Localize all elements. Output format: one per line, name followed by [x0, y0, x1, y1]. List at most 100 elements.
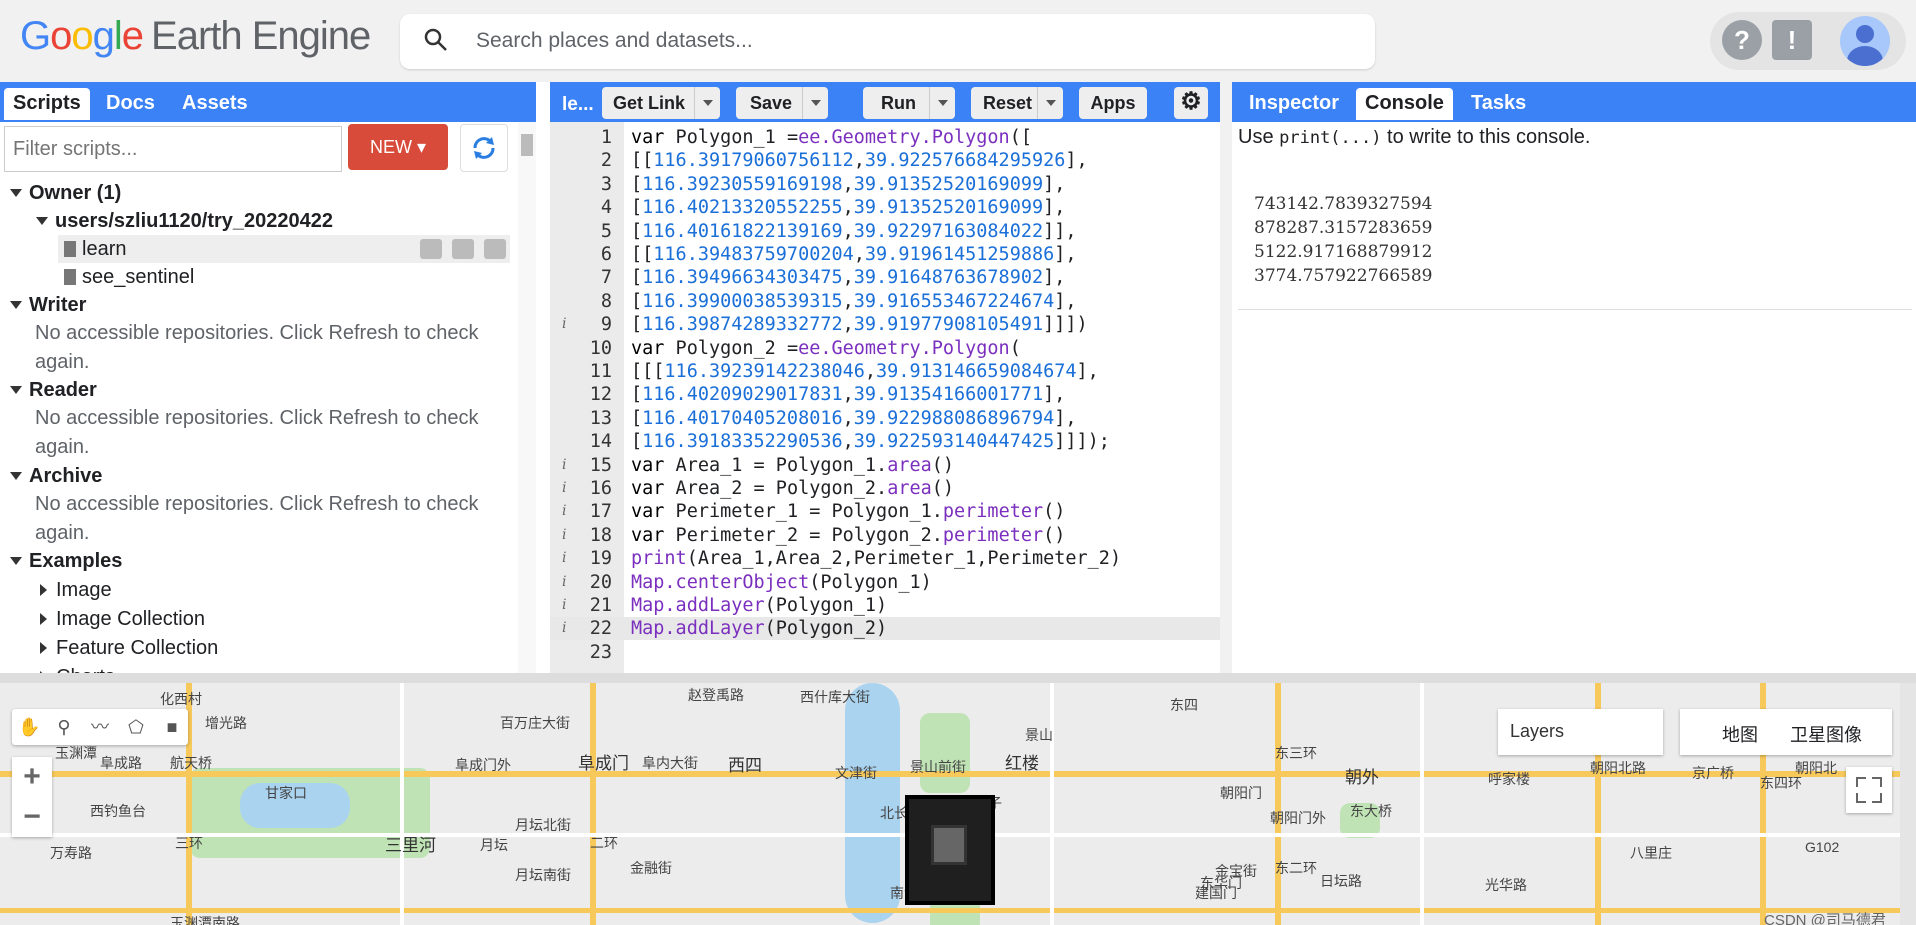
tab-tasks[interactable]: Tasks — [1462, 88, 1535, 120]
save-button[interactable]: Save — [736, 87, 828, 119]
inner-polygon[interactable] — [931, 825, 967, 865]
example-feature-collection[interactable]: Feature Collection — [0, 634, 510, 662]
delete-icon[interactable] — [484, 239, 506, 259]
fullscreen-icon[interactable] — [1846, 767, 1892, 813]
code-line[interactable]: 10 var Polygon_2 =ee.Geometry.Polygon( — [550, 337, 1220, 360]
polygon-layer[interactable] — [905, 795, 995, 905]
code-line[interactable]: 2 [[116.39179060756112,39.922576684295926… — [550, 149, 1220, 172]
new-button[interactable]: NEW ▾ — [348, 124, 448, 170]
dropdown-arrow-icon[interactable] — [1037, 87, 1063, 119]
scrollbar-thumb[interactable] — [521, 134, 533, 156]
dropdown-arrow-icon[interactable] — [802, 87, 828, 119]
archive-label: Archive — [29, 465, 103, 487]
code-line[interactable]: i 9 [116.39874289332772,39.91977908105491]… — [550, 313, 1220, 336]
expand-icon — [10, 472, 22, 480]
filter-scripts-input[interactable] — [4, 126, 342, 172]
code-text: [116.39874289332772,39.91977908105491]]]… — [631, 314, 1088, 336]
help-icon[interactable]: ? — [1722, 20, 1762, 60]
feedback-icon[interactable]: ! — [1772, 20, 1812, 60]
map-label: 东二环 — [1275, 860, 1317, 876]
script-file-learn[interactable]: learn — [58, 235, 510, 263]
script-tab-title[interactable]: le... — [553, 90, 603, 122]
polyline-icon[interactable]: 〰 — [90, 717, 110, 737]
code-line[interactable]: i 16 var Area_2 = Polygon_2.area() — [550, 477, 1220, 500]
marker-point-icon[interactable]: ⚲ — [54, 717, 74, 737]
search-icon — [424, 28, 447, 51]
map-type-satellite[interactable]: 卫星图像 — [1790, 721, 1862, 747]
example-image-collection[interactable]: Image Collection — [0, 605, 510, 633]
code-line[interactable]: i 21 Map.addLayer(Polygon_1) — [550, 594, 1220, 617]
code-line[interactable]: 23 — [550, 641, 1220, 664]
code-line[interactable]: i 20 Map.centerObject(Polygon_1) — [550, 571, 1220, 594]
code-line[interactable]: i 18 var Perimeter_2 = Polygon_2.perimeter… — [550, 524, 1220, 547]
tree-repo[interactable]: users/szliu1120/try_20220422 — [0, 207, 510, 235]
tab-assets[interactable]: Assets — [173, 88, 257, 120]
code-line[interactable]: i 19 print(Area_1,Area_2,Perimeter_1,Perim… — [550, 547, 1220, 570]
code-line[interactable]: i 15 var Area_1 = Polygon_1.area() — [550, 454, 1220, 477]
code-text: var Area_1 = Polygon_1.area() — [631, 454, 955, 476]
code-line[interactable]: 13 [116.40170405208016,39.922988086896794… — [550, 407, 1220, 430]
file-label: learn — [82, 238, 127, 260]
tree-examples[interactable]: Examples — [0, 547, 510, 575]
code-editor[interactable]: 1 var Polygon_1 =ee.Geometry.Polygon([2 [[… — [550, 122, 1220, 673]
hand-pan-icon[interactable]: ✋ — [18, 717, 40, 737]
code-line[interactable]: 14 [116.39183352290536,39.922593140447425… — [550, 430, 1220, 453]
code-line[interactable]: 11 [[[116.39239142238046,39.9131466590846… — [550, 360, 1220, 383]
map-type-map[interactable]: 地图 — [1722, 721, 1758, 747]
tree-archive[interactable]: Archive — [0, 462, 510, 490]
code-line[interactable]: 1 var Polygon_1 =ee.Geometry.Polygon([ — [550, 126, 1220, 149]
example-charts[interactable]: Charts — [0, 663, 510, 673]
scripts-scrollbar[interactable] — [518, 122, 536, 673]
code-text: Map.addLayer(Polygon_2) — [631, 618, 888, 640]
script-file-see-sentinel[interactable]: see_sentinel — [0, 263, 510, 291]
tree-owner[interactable]: Owner (1) — [0, 179, 510, 207]
earth-engine-logo[interactable]: Google Earth Engine — [20, 14, 371, 59]
search-input[interactable] — [476, 24, 1336, 58]
line-number: 14 — [589, 431, 612, 453]
polygon-icon[interactable]: ⬠ — [126, 717, 146, 737]
map-label: 文津街 — [835, 765, 877, 781]
dropdown-arrow-icon[interactable] — [694, 87, 720, 119]
zoom-in-button[interactable]: + — [12, 757, 52, 797]
map-label: 西钓鱼台 — [90, 803, 146, 819]
tab-console[interactable]: Console — [1356, 88, 1453, 120]
zoom-out-button[interactable]: − — [12, 797, 52, 837]
code-line[interactable]: i 17 var Perimeter_1 = Polygon_1.perimeter… — [550, 500, 1220, 523]
line-number: 13 — [589, 407, 612, 429]
map-view[interactable]: 化西村 增光路 百万庄大街 阜成门外 阜成门 阜内大街 西四 西什库大街 赵登禹路 文津街 景山前街… — [0, 673, 1916, 925]
tab-inspector[interactable]: Inspector — [1240, 88, 1348, 120]
history-icon[interactable] — [420, 239, 442, 259]
avatar[interactable] — [1840, 16, 1890, 66]
console-output[interactable]: 743142.7839327594 878287.3157283659 5122.9… — [1238, 160, 1912, 310]
run-button[interactable]: Run — [863, 87, 955, 119]
code-line[interactable]: 8 [116.39900038539315,39.916553467224674]… — [550, 290, 1220, 313]
map-scrollbar[interactable] — [1900, 683, 1916, 925]
refresh-button[interactable] — [460, 124, 508, 172]
apps-button[interactable]: Apps — [1079, 87, 1147, 119]
code-line[interactable]: 12 [116.40209029017831,39.91354166001771]… — [550, 383, 1220, 406]
tab-docs[interactable]: Docs — [97, 88, 164, 120]
drawing-tools: ✋ ⚲ 〰 ⬠ ■ — [12, 709, 188, 745]
rectangle-icon[interactable]: ■ — [162, 717, 182, 737]
layers-dropdown[interactable]: Layers — [1498, 709, 1663, 755]
code-line[interactable]: 3 [116.39230559169198,39.91352520169099], — [550, 173, 1220, 196]
editor-splitter[interactable] — [1220, 82, 1232, 673]
code-line[interactable]: 7 [116.39496634303475,39.91648763678902], — [550, 266, 1220, 289]
code-line[interactable]: 4 [116.40213320552255,39.91352520169099], — [550, 196, 1220, 219]
tree-reader[interactable]: Reader — [0, 376, 510, 404]
dropdown-arrow-icon[interactable] — [929, 87, 955, 119]
save-label: Save — [750, 93, 793, 113]
example-image[interactable]: Image — [0, 576, 510, 604]
get-link-button[interactable]: Get Link — [602, 87, 720, 119]
writer-label: Writer — [29, 294, 87, 316]
tree-writer[interactable]: Writer — [0, 291, 510, 319]
reset-button[interactable]: Reset — [971, 87, 1063, 119]
code-line[interactable]: i 22 Map.addLayer(Polygon_2) — [550, 617, 1220, 641]
search-box[interactable] — [400, 14, 1375, 69]
code-line[interactable]: 6 [[116.39483759700204,39.91961451259886]… — [550, 243, 1220, 266]
map-label: 光华路 — [1485, 877, 1527, 893]
tab-scripts[interactable]: Scripts — [4, 88, 90, 120]
code-line[interactable]: 5 [116.40161822139169,39.92297163084022]]… — [550, 220, 1220, 243]
edit-icon[interactable] — [452, 239, 474, 259]
settings-gear-icon[interactable]: ⚙ — [1174, 87, 1208, 119]
